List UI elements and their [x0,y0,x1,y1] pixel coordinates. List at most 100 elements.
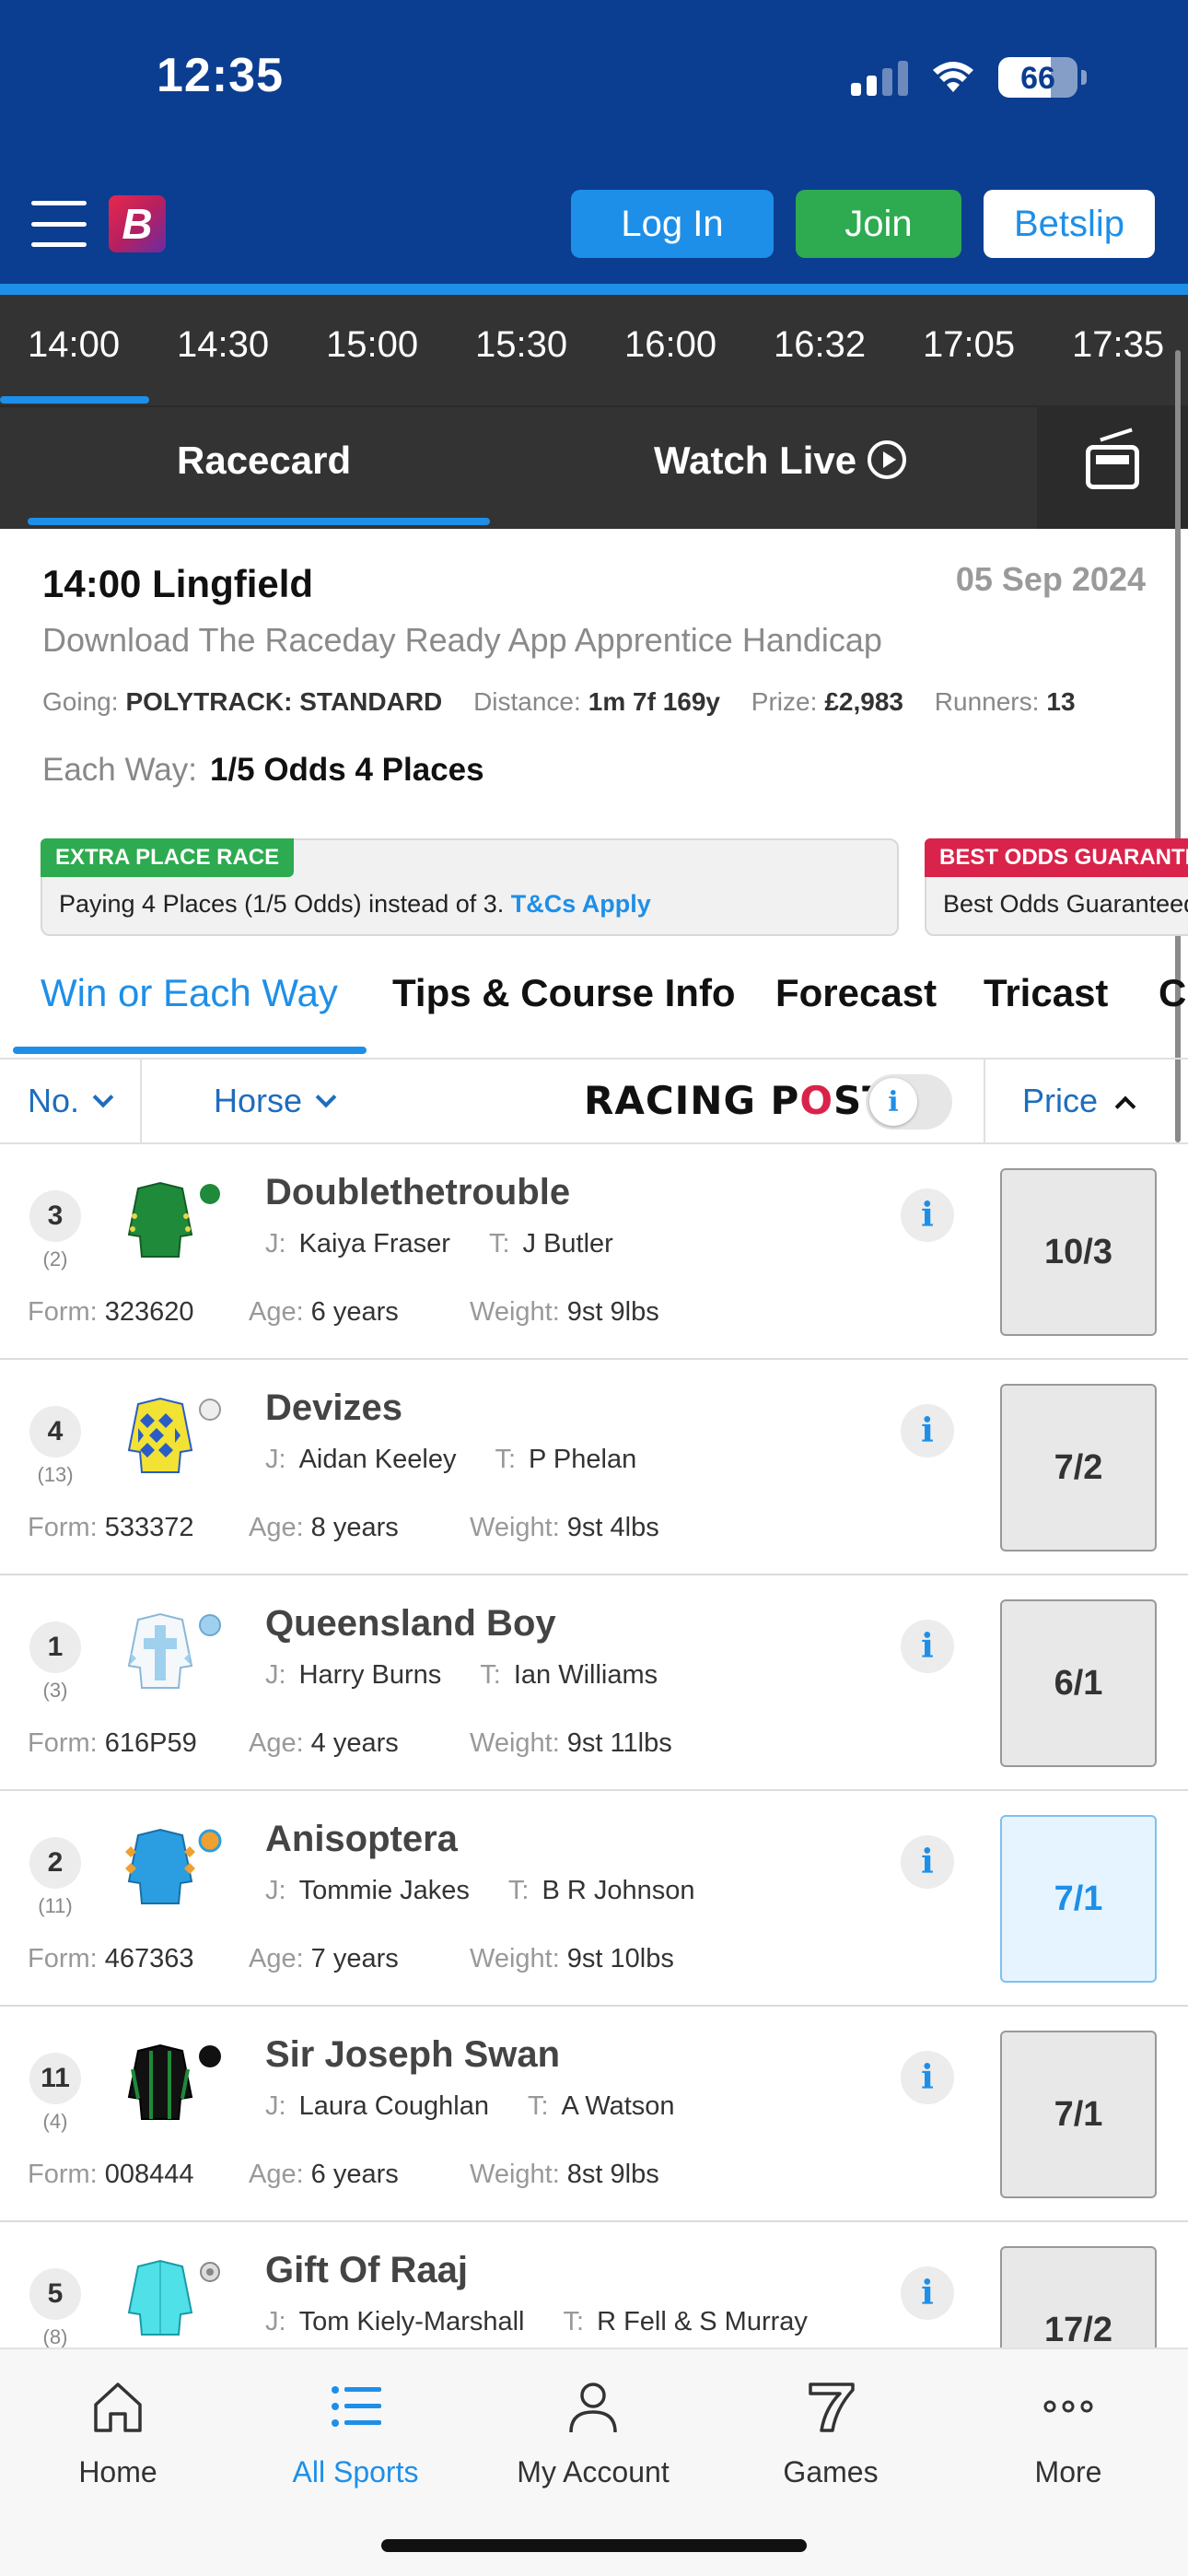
jockey-name: Harry Burns [298,1660,442,1690]
jockey-trainer: J: Harry Burns T: Ian Williams [265,1660,658,1690]
nav-home[interactable]: Home [26,2377,210,2489]
more-dots-icon [1043,2400,1093,2413]
price-button[interactable]: 7/1 [1000,1815,1157,1983]
chevron-down-icon [315,1086,337,1108]
race-details: Going: POLYTRACK: STANDARD Distance: 1m 7f… [42,687,1076,716]
runner-number: 2 [29,1837,81,1889]
age-value: 6 years [310,1297,399,1327]
nav-my-account[interactable]: My Account [501,2377,685,2489]
tab-more-markets[interactable]: C [1159,971,1186,1015]
radio-button[interactable] [1037,405,1188,529]
race-time-tabs: 14:00 14:30 15:00 15:30 16:00 16:32 17:0… [0,295,1188,407]
battery-icon: 66 [998,57,1077,98]
runner-number: 1 [29,1622,81,1673]
scrollbar[interactable] [1175,350,1181,1142]
race-time-tab[interactable]: 17:35 [1072,324,1164,366]
betslip-button[interactable]: Betslip [984,190,1155,258]
jockey-silks-icon [127,2043,221,2120]
tab-win-each-way[interactable]: Win or Each Way [41,971,338,1015]
runner-row[interactable]: 4 (13) Devizes J: Aidan Keeley T: P Phelan Form… [0,1360,1188,1575]
distance-value: 1m 7f 169y [588,687,720,716]
info-icon[interactable]: i [901,1188,954,1242]
nav-all-sports[interactable]: All Sports [263,2377,448,2489]
runner-row[interactable]: 1 (3) Queensland Boy J: Harry Burns T: Ian Wil… [0,1575,1188,1791]
runner-stats: Form: 616P59 Age: 4 years Weight: 9st 11lbs [28,1728,672,1758]
jockey-silks-icon [127,1181,220,1258]
price-button[interactable]: 17/2 [1000,2246,1157,2348]
race-time-tab[interactable]: 17:05 [923,324,1015,366]
trainer-name: B R Johnson [542,1876,695,1905]
jockey-trainer: J: Aidan Keeley T: P Phelan [265,1445,637,1474]
race-time-tab[interactable]: 15:30 [475,324,567,366]
trainer-name: Ian Williams [513,1660,658,1690]
horse-name[interactable]: Sir Joseph Swan [265,2034,560,2076]
runner-number: 3 [29,1190,81,1242]
promo-badge: BEST ODDS GUARANTEED [925,838,1188,877]
runner-draw: (3) [42,1679,68,1702]
race-time-tab[interactable]: 16:32 [774,324,866,366]
jockey-trainer: J: Tom Kiely-Marshall T: R Fell & S Murray [265,2307,808,2336]
horse-name[interactable]: Devizes [265,1388,402,1429]
jockey-silks-icon [127,1397,221,1473]
racing-post-toggle[interactable]: i [866,1074,952,1130]
horse-name[interactable]: Anisoptera [265,1819,458,1860]
terms-link[interactable]: T&Cs Apply [511,890,651,918]
price-button[interactable]: 7/1 [1000,2031,1157,2198]
tab-forecast[interactable]: Forecast [775,971,937,1015]
race-time-tab[interactable]: 14:30 [177,324,269,366]
horse-name[interactable]: Doublethetrouble [265,1172,570,1213]
runner-row[interactable]: 2 (11) Anisoptera J: Tommie Jakes T: B R Johns… [0,1791,1188,2007]
price-button[interactable]: 7/2 [1000,1384,1157,1551]
info-icon: i [869,1078,917,1126]
horse-name[interactable]: Gift Of Raaj [265,2250,468,2291]
trainer-name: P Phelan [529,1445,637,1474]
runner-row[interactable]: 3 (2) Doublethetrouble J: Kaiya Fraser T: J Bu… [0,1144,1188,1360]
runner-row[interactable]: 11 (4) Sir Joseph Swan J: Laura Coughlan T: A … [0,2007,1188,2222]
menu-icon[interactable] [31,201,87,247]
info-icon[interactable]: i [901,1404,954,1458]
form-value: 467363 [104,1944,194,1973]
tab-tips-course-info[interactable]: Tips & Course Info [392,971,736,1015]
horse-name[interactable]: Queensland Boy [265,1603,556,1645]
jockey-name: Kaiya Fraser [298,1229,450,1259]
info-icon[interactable]: i [901,1620,954,1673]
status-time: 12:35 [157,49,284,102]
runner-draw: (8) [42,2325,68,2348]
nav-more[interactable]: More [976,2377,1160,2489]
sort-bar: No. Horse RACING POST i Price [0,1058,1188,1144]
tab-watch-live[interactable]: Watch Live [654,439,907,483]
sort-by-horse[interactable]: Horse [214,1082,337,1120]
age-value: 7 years [310,1944,399,1973]
join-button[interactable]: Join [796,190,961,258]
tab-racecard[interactable]: Racecard [177,439,351,483]
runner-row[interactable]: 5 (8) Gift Of Raaj J: Tom Kiely-Marshall T: R … [0,2222,1188,2348]
runner-stats: Form: 467363 Age: 7 years Weight: 9st 10lbs [28,1944,674,1973]
runner-list: 3 (2) Doublethetrouble J: Kaiya Fraser T: J Bu… [0,1144,1188,2348]
runner-number: 4 [29,1406,81,1458]
info-icon[interactable]: i [901,1835,954,1889]
nav-games[interactable]: Games [739,2377,923,2489]
price-button[interactable]: 6/1 [1000,1599,1157,1767]
jockey-name: Tommie Jakes [298,1876,470,1905]
best-odds-promo[interactable]: BEST ODDS GUARANTEED Best Odds Guarantee… [925,838,1188,936]
chevron-up-icon [1114,1095,1136,1118]
race-time-tab[interactable]: 16:00 [624,324,716,366]
login-button[interactable]: Log In [571,190,774,258]
form-value: 008444 [104,2160,194,2189]
top-header: 12:35 66 B Log In Join Betslip [0,0,1188,295]
info-icon[interactable]: i [901,2051,954,2104]
extra-place-promo[interactable]: EXTRA PLACE RACE Paying 4 Places (1/5 Od… [41,838,899,936]
slot-seven-icon [809,2383,855,2432]
tab-tricast[interactable]: Tricast [984,971,1108,1015]
race-time-tab[interactable]: 14:00 [28,324,120,366]
sort-by-number[interactable]: No. [28,1082,114,1120]
active-time-indicator [0,396,149,404]
prize-value: £2,983 [824,687,903,716]
race-time-tab[interactable]: 15:00 [326,324,418,366]
racecard-screen: 12:35 66 B Log In Join Betslip 14:00 14: [0,0,1188,2576]
sort-by-price[interactable]: Price [1022,1082,1136,1120]
info-icon[interactable]: i [901,2266,954,2320]
jockey-name: Tom Kiely-Marshall [298,2307,525,2336]
brand-logo[interactable]: B [109,195,166,252]
price-button[interactable]: 10/3 [1000,1168,1157,1336]
